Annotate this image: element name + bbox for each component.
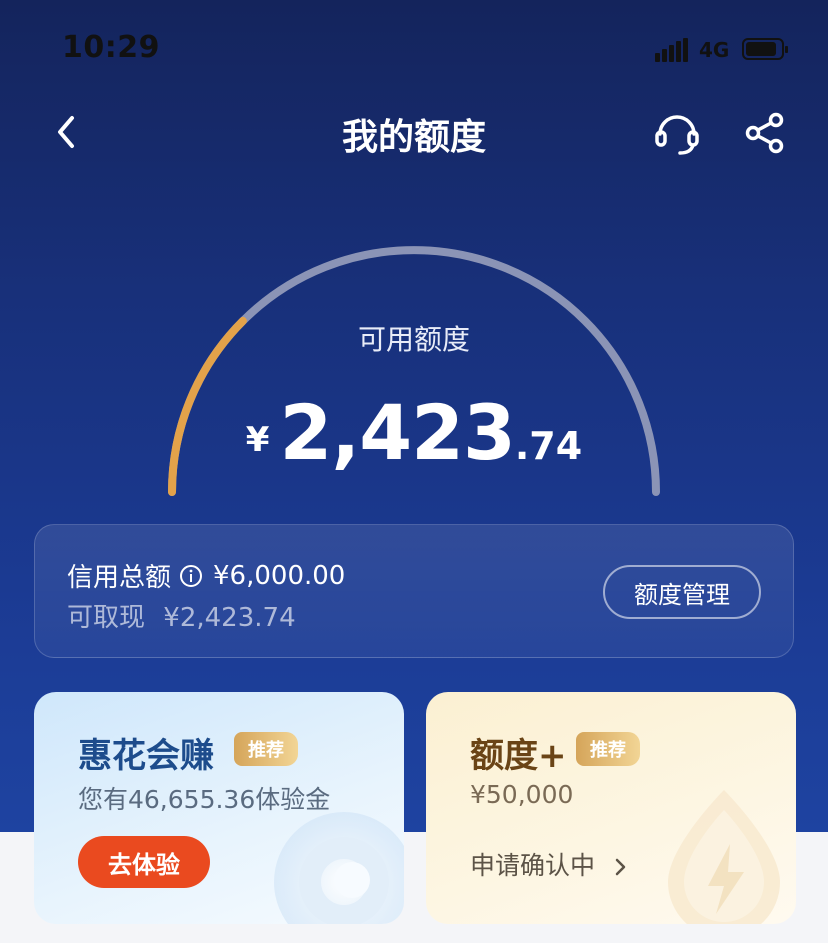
currency-symbol: ¥	[245, 420, 270, 460]
lightning-drop-icon	[668, 790, 780, 924]
status-time: 10:29	[62, 30, 160, 65]
cash-withdrawal-row: 可取现 ¥2,423.74	[67, 597, 296, 634]
recommend-badge: 推荐	[576, 732, 640, 766]
total-credit-label: 信用总额	[67, 563, 172, 593]
amount-decimal: .74	[514, 424, 583, 468]
page-title: 我的额度	[341, 117, 486, 158]
try-button[interactable]: 去体验	[78, 836, 210, 888]
share-icon[interactable]	[740, 108, 790, 158]
network-type: 4G	[699, 38, 730, 62]
cash-withdrawal-value: ¥2,423.74	[163, 603, 296, 633]
chevron-right-icon	[611, 854, 631, 876]
promo-card-huihua[interactable]: 惠花会赚 推荐 您有46,655.36体验金 去体验	[34, 692, 404, 924]
promo-card-credit-plus[interactable]: 额度+ 推荐 ¥50,000 申请确认中	[426, 692, 796, 924]
application-status-text: 申请确认中	[470, 851, 596, 880]
recommend-badge: 推荐	[234, 732, 298, 766]
manage-credit-button[interactable]: 额度管理	[603, 565, 761, 619]
amount-integer: 2,423	[279, 388, 515, 477]
promo-title: 额度+	[470, 736, 567, 776]
total-credit-value: ¥6,000.00	[213, 560, 346, 591]
available-credit-amount: ¥2,423.74	[0, 388, 828, 477]
available-credit-label: 可用额度	[357, 323, 470, 356]
application-status-link[interactable]: 申请确认中	[470, 846, 631, 882]
battery-icon	[742, 38, 788, 60]
status-bar: 10:29 4G	[0, 0, 828, 100]
nav-bar: 我的额度	[0, 100, 828, 164]
headset-icon[interactable]	[652, 108, 702, 158]
swirl-decoration-icon	[274, 812, 404, 924]
cash-withdrawal-label: 可取现	[67, 603, 146, 633]
signal-icon	[655, 38, 689, 62]
total-credit-row: 信用总额 ¥6,000.00	[67, 557, 345, 594]
promo-title: 惠花会赚	[78, 736, 214, 776]
credit-limit-card: 信用总额 ¥6,000.00 可取现 ¥2,423.74 额度管理	[34, 524, 794, 658]
promo-subtitle: 您有46,655.36体验金	[78, 785, 331, 814]
info-icon[interactable]	[179, 564, 203, 588]
promo-subtitle: ¥50,000	[470, 780, 574, 809]
